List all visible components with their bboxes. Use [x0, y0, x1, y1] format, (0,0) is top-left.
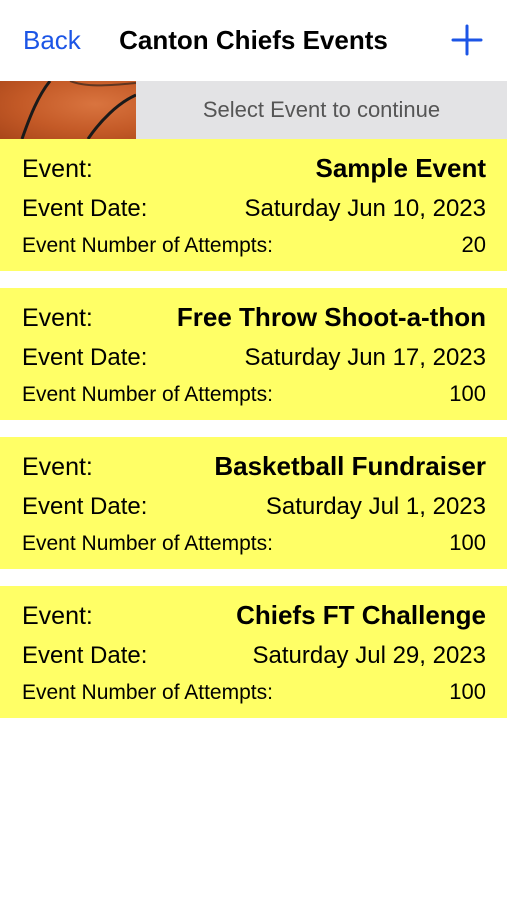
event-attempts-label: Event Number of Attempts:: [22, 383, 273, 406]
event-name: Basketball Fundraiser: [214, 451, 486, 481]
event-name: Chiefs FT Challenge: [236, 600, 486, 630]
page-title: Canton Chiefs Events: [119, 25, 388, 55]
event-card-free-throw-shoot-a-thon[interactable]: Event: Free Throw Shoot-a-thon Event Dat…: [0, 288, 507, 420]
event-label: Event:: [22, 453, 93, 481]
event-date: Saturday Jun 17, 2023: [244, 344, 486, 371]
event-attempts: 100: [449, 381, 486, 406]
event-list: Event: Sample Event Event Date: Saturday…: [0, 139, 507, 718]
events-screen: Back Canton Chiefs Events Select Event t…: [0, 0, 507, 900]
event-attempts-label: Event Number of Attempts:: [22, 234, 273, 257]
event-attempts: 100: [449, 679, 486, 704]
event-date-label: Event Date:: [22, 493, 148, 520]
navigation-bar: Back Canton Chiefs Events: [0, 0, 507, 81]
event-date: Saturday Jun 10, 2023: [244, 195, 486, 222]
event-name: Free Throw Shoot-a-thon: [176, 302, 486, 332]
event-label: Event:: [22, 602, 93, 630]
event-date-label: Event Date:: [22, 344, 148, 371]
event-label: Event:: [22, 304, 93, 332]
event-attempts: 20: [461, 232, 486, 257]
event-date-label: Event Date:: [22, 195, 148, 222]
basketball-image: [0, 81, 136, 139]
add-event-button[interactable]: [451, 22, 483, 58]
event-card-basketball-fundraiser[interactable]: Event: Basketball Fundraiser Event Date:…: [0, 437, 507, 569]
event-label: Event:: [22, 155, 93, 183]
select-event-prompt: Select Event to continue: [202, 97, 441, 122]
event-attempts: 100: [449, 530, 486, 555]
event-date: Saturday Jul 1, 2023: [265, 493, 486, 520]
event-attempts-label: Event Number of Attempts:: [22, 681, 273, 704]
event-card-sample-event[interactable]: Event: Sample Event Event Date: Saturday…: [0, 139, 507, 271]
select-event-banner: Select Event to continue: [0, 81, 507, 139]
event-card-chiefs-ft-challenge[interactable]: Event: Chiefs FT Challenge Event Date: S…: [0, 586, 507, 718]
event-attempts-label: Event Number of Attempts:: [22, 532, 273, 555]
event-date-label: Event Date:: [22, 642, 148, 669]
event-name: Sample Event: [315, 153, 486, 183]
plus-icon: [451, 24, 483, 56]
event-date: Saturday Jul 29, 2023: [252, 642, 487, 669]
